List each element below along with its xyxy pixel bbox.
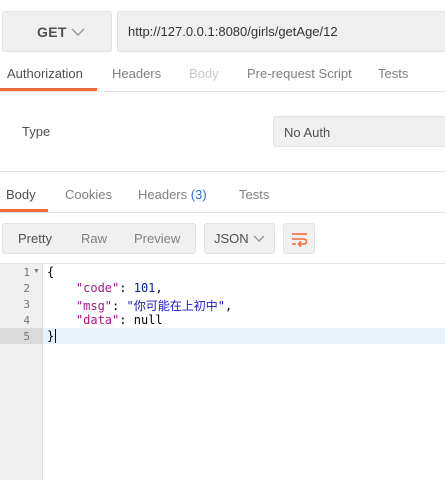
json-comma: , <box>224 299 233 313</box>
line-number: 4 <box>23 314 30 327</box>
preview-button[interactable]: Preview <box>134 231 180 246</box>
code-line-1: { <box>47 265 54 279</box>
format-select[interactable]: JSON <box>204 223 275 254</box>
active-line-gutter: 5 <box>0 328 43 344</box>
line-number: 2 <box>23 282 30 295</box>
tab-response-tests[interactable]: Tests <box>239 187 269 202</box>
tab-cookies[interactable]: Cookies <box>65 187 112 202</box>
line-gutter: 1 ▼ 2 3 4 <box>0 264 43 480</box>
view-controls: Pretty Raw Preview JSON <box>0 213 445 263</box>
response-body-editor[interactable]: 1 ▼ 2 3 4 5 { "code": 101, "msg": "你可能在上… <box>0 263 445 480</box>
tab-headers[interactable]: Headers <box>112 66 161 81</box>
code-line-4: "data": null <box>75 313 163 327</box>
text-cursor <box>55 329 56 343</box>
json-key: "data" <box>75 313 120 327</box>
request-tabs: Authorization Headers Body Pre-request S… <box>0 62 445 92</box>
json-key: "msg" <box>75 299 113 313</box>
auth-section: Type No Auth <box>0 92 445 172</box>
active-line-highlight <box>0 328 445 344</box>
raw-button[interactable]: Raw <box>81 231 107 246</box>
method-select[interactable]: GET <box>2 11 112 52</box>
json-key: "code" <box>75 281 120 295</box>
url-input[interactable]: http://127.0.0.1:8080/girls/getAge/12 <box>117 11 445 52</box>
tab-body[interactable]: Body <box>189 66 219 81</box>
close-brace: } <box>47 329 55 343</box>
chevron-down-icon <box>71 28 85 37</box>
json-value: 101 <box>133 281 156 295</box>
tab-response-body[interactable]: Body <box>6 187 36 202</box>
open-brace: { <box>47 265 55 279</box>
tab-tests[interactable]: Tests <box>378 66 408 81</box>
auth-type-label: Type <box>22 124 51 139</box>
auth-type-select[interactable]: No Auth <box>273 116 445 147</box>
auth-type-value: No Auth <box>284 125 331 140</box>
wrap-lines-button[interactable] <box>283 223 315 254</box>
line-number: 3 <box>23 298 30 311</box>
url-text: http://127.0.0.1:8080/girls/getAge/12 <box>128 24 338 39</box>
json-value: "你可能在上初中" <box>126 299 225 313</box>
request-bar: GET http://127.0.0.1:8080/girls/getAge/1… <box>0 0 445 62</box>
code-line-2: "code": 101, <box>75 281 163 295</box>
json-value: null <box>133 313 163 327</box>
view-mode-group: Pretty Raw Preview <box>2 223 196 254</box>
format-label: JSON <box>214 231 249 246</box>
pretty-button[interactable]: Pretty <box>18 231 52 246</box>
tab-response-headers[interactable]: Headers (3) <box>138 187 207 202</box>
code-line-5: } <box>47 329 54 343</box>
tab-pre-request-script[interactable]: Pre-request Script <box>247 66 352 81</box>
tab-response-headers-label: Headers <box>138 187 188 202</box>
active-tab-indicator <box>0 88 97 91</box>
code-line-3: "msg": "你可能在上初中", <box>75 299 233 313</box>
json-comma: , <box>155 281 163 295</box>
line-number: 5 <box>23 330 30 343</box>
chevron-down-icon <box>253 235 265 243</box>
wrap-lines-icon <box>292 233 308 248</box>
tab-authorization[interactable]: Authorization <box>7 66 83 81</box>
fold-arrow-icon[interactable]: ▼ <box>33 268 40 275</box>
response-tabs: Body Cookies Headers (3) Tests <box>0 179 445 213</box>
active-response-tab-indicator <box>0 209 48 212</box>
line-number: 1 <box>23 266 30 279</box>
headers-count-badge: (3) <box>190 187 207 202</box>
method-label: GET <box>37 24 67 40</box>
